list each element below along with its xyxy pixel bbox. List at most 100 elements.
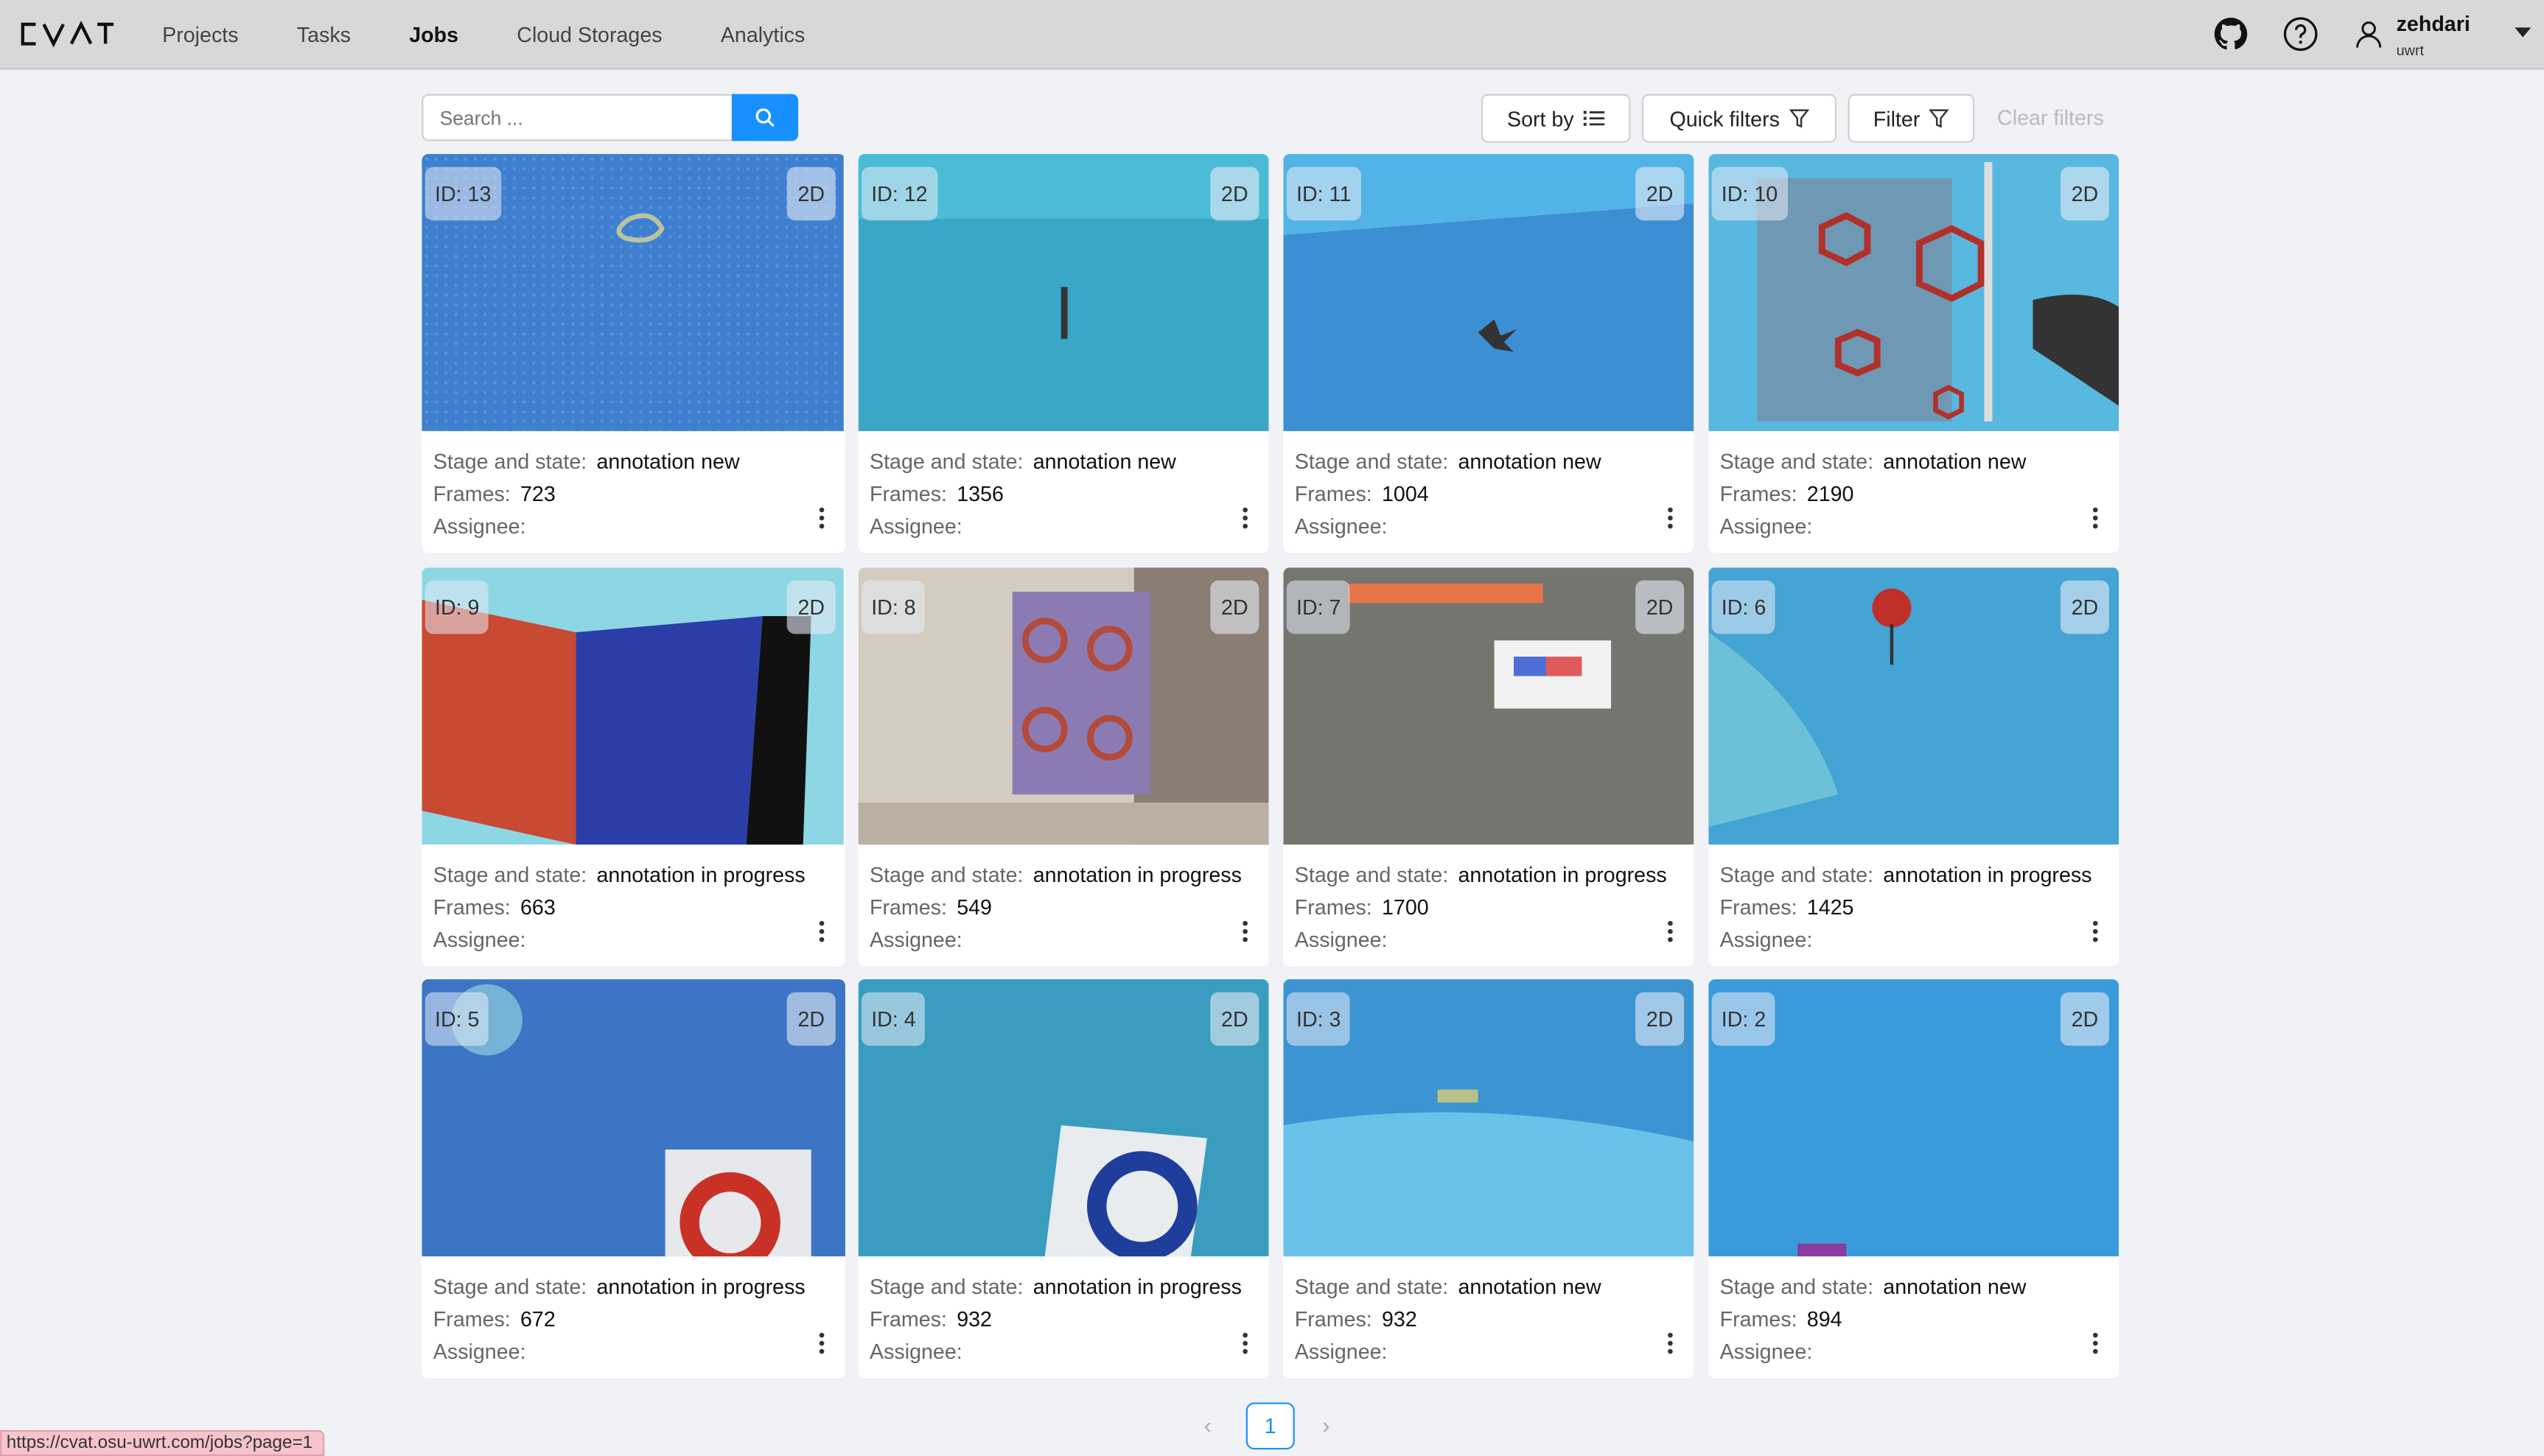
job-thumbnail[interactable]: ID: 9 2D <box>422 567 845 845</box>
more-actions-icon[interactable] <box>819 1332 826 1356</box>
job-card[interactable]: ID: 3 2D Stage and state: annotation new … <box>1283 979 1694 1379</box>
page-number-current[interactable]: 1 <box>1245 1402 1295 1450</box>
frames-value: 894 <box>1806 1306 1842 1331</box>
job-thumbnail[interactable]: ID: 3 2D <box>1283 979 1694 1257</box>
job-thumbnail[interactable]: ID: 11 2D <box>1283 154 1694 432</box>
job-dimension-badge: 2D <box>1635 580 1685 634</box>
more-actions-icon[interactable] <box>1668 507 1674 531</box>
job-card[interactable]: ID: 6 2D Stage and state: annotation in p… <box>1708 567 2120 967</box>
stage-state-value: annotation in progress <box>596 1274 806 1299</box>
job-thumbnail[interactable]: ID: 5 2D <box>422 979 845 1257</box>
search-input[interactable] <box>422 94 734 141</box>
stage-state-label: Stage and state: <box>433 449 587 474</box>
job-thumbnail[interactable]: ID: 13 2D <box>422 154 845 432</box>
stage-state-label: Stage and state: <box>870 1274 1024 1299</box>
job-card[interactable]: ID: 7 2D Stage and state: annotation in p… <box>1283 567 1694 967</box>
stage-state-label: Stage and state: <box>870 862 1024 887</box>
more-actions-icon[interactable] <box>1668 920 1674 944</box>
job-info: Stage and state: annotation in progress F… <box>870 859 1242 956</box>
nav-projects[interactable]: Projects <box>162 23 238 47</box>
job-info: Stage and state: annotation in progress F… <box>1295 859 1667 956</box>
more-actions-icon[interactable] <box>2092 507 2100 531</box>
filter-button[interactable]: Filter <box>1848 94 1975 143</box>
stage-state-label: Stage and state: <box>1719 862 1874 887</box>
stage-state-value: annotation new <box>1458 449 1601 474</box>
main-nav: Projects Tasks Jobs Cloud Storages Analy… <box>162 0 863 70</box>
job-thumbnail[interactable]: ID: 8 2D <box>858 567 1269 845</box>
stage-state-value: annotation in progress <box>1883 862 2092 887</box>
job-id-badge: ID: 13 <box>424 167 501 221</box>
frames-value: 932 <box>1381 1306 1417 1331</box>
nav-jobs[interactable]: Jobs <box>409 23 458 47</box>
next-page-icon[interactable]: › <box>1322 1413 1329 1438</box>
stage-state-label: Stage and state: <box>1294 449 1449 474</box>
user-menu-caret-icon[interactable] <box>2515 27 2531 38</box>
job-dimension-badge: 2D <box>1210 580 1259 634</box>
job-card[interactable]: ID: 10 2D Stage and state: annotation new… <box>1708 154 2120 553</box>
stage-state-label: Stage and state: <box>1294 862 1449 887</box>
job-id-badge: ID: 6 <box>1711 580 1776 634</box>
assignee-label: Assignee: <box>1719 514 1813 539</box>
job-dimension-badge: 2D <box>786 992 836 1046</box>
more-actions-icon[interactable] <box>1668 1332 1674 1356</box>
stage-state-label: Stage and state: <box>1294 1274 1449 1299</box>
cvat-logo[interactable] <box>19 19 116 49</box>
nav-analytics[interactable]: Analytics <box>721 23 806 47</box>
stage-state-label: Stage and state: <box>433 862 587 887</box>
stage-state-label: Stage and state: <box>433 1274 587 1299</box>
job-card[interactable]: ID: 12 2D Stage and state: annotation new… <box>858 154 1269 553</box>
job-id-badge: ID: 11 <box>1286 167 1361 221</box>
job-card[interactable]: ID: 9 2D Stage and state: annotation in p… <box>422 567 845 967</box>
job-dimension-badge: 2D <box>2060 580 2109 634</box>
job-thumbnail[interactable]: ID: 12 2D <box>858 154 1269 432</box>
filter-funnel-icon <box>1929 109 1949 128</box>
job-thumbnail[interactable]: ID: 4 2D <box>858 979 1269 1257</box>
search-button[interactable] <box>731 94 799 141</box>
job-card[interactable]: ID: 8 2D Stage and state: annotation in p… <box>858 567 1269 967</box>
more-actions-icon[interactable] <box>1243 507 1249 531</box>
job-id-badge: ID: 12 <box>861 167 937 221</box>
github-icon[interactable] <box>2213 16 2248 52</box>
job-thumbnail[interactable]: ID: 7 2D <box>1283 567 1694 845</box>
job-card[interactable]: ID: 4 2D Stage and state: annotation in p… <box>858 979 1269 1379</box>
nav-tasks[interactable]: Tasks <box>297 23 351 47</box>
more-actions-icon[interactable] <box>2092 920 2100 944</box>
more-actions-icon[interactable] <box>1243 1332 1249 1356</box>
nav-cloud-storages[interactable]: Cloud Storages <box>517 23 662 47</box>
job-thumbnail[interactable]: ID: 6 2D <box>1708 567 2120 845</box>
job-id-badge: ID: 8 <box>861 580 926 634</box>
job-dimension-badge: 2D <box>2060 992 2109 1046</box>
job-id-badge: ID: 2 <box>1711 992 1776 1046</box>
job-card[interactable]: ID: 13 2D Stage and state: annotation new… <box>422 154 845 553</box>
frames-label: Frames: <box>1719 481 1797 506</box>
user-name[interactable]: zehdari <box>2397 11 2470 35</box>
frames-label: Frames: <box>433 895 511 920</box>
frames-label: Frames: <box>1719 1306 1797 1331</box>
user-icon[interactable] <box>2352 16 2385 52</box>
more-actions-icon[interactable] <box>2092 1332 2100 1356</box>
job-id-badge: ID: 10 <box>1711 167 1788 221</box>
job-card[interactable]: ID: 2 2D Stage and state: annotation new … <box>1708 979 2120 1379</box>
help-icon[interactable] <box>2283 16 2318 52</box>
more-actions-icon[interactable] <box>1243 920 1249 944</box>
prev-page-icon[interactable]: ‹ <box>1204 1413 1212 1438</box>
more-actions-icon[interactable] <box>819 507 826 531</box>
frames-value: 549 <box>957 895 992 920</box>
job-id-badge: ID: 5 <box>424 992 489 1046</box>
job-info: Stage and state: annotation in progress F… <box>870 1271 1242 1368</box>
job-card[interactable]: ID: 11 2D Stage and state: annotation new… <box>1283 154 1694 553</box>
frames-value: 1700 <box>1381 895 1429 920</box>
job-thumbnail[interactable]: ID: 10 2D <box>1708 154 2120 432</box>
quick-filters-button[interactable]: Quick filters <box>1641 94 1837 143</box>
job-card[interactable]: ID: 5 2D Stage and state: annotation in p… <box>422 979 845 1379</box>
job-id-badge: ID: 3 <box>1286 992 1351 1046</box>
job-id-badge: ID: 9 <box>424 580 489 634</box>
assignee-label: Assignee: <box>870 927 962 952</box>
clear-filters-button[interactable]: Clear filters <box>1997 105 2104 130</box>
job-info: Stage and state: annotation new Frames: 21… <box>1720 446 2027 543</box>
sort-by-label: Sort by <box>1506 106 1574 131</box>
sort-by-button[interactable]: Sort by <box>1481 94 1631 143</box>
frames-value: 1425 <box>1806 895 1854 920</box>
more-actions-icon[interactable] <box>819 920 826 944</box>
job-thumbnail[interactable]: ID: 2 2D <box>1708 979 2120 1257</box>
